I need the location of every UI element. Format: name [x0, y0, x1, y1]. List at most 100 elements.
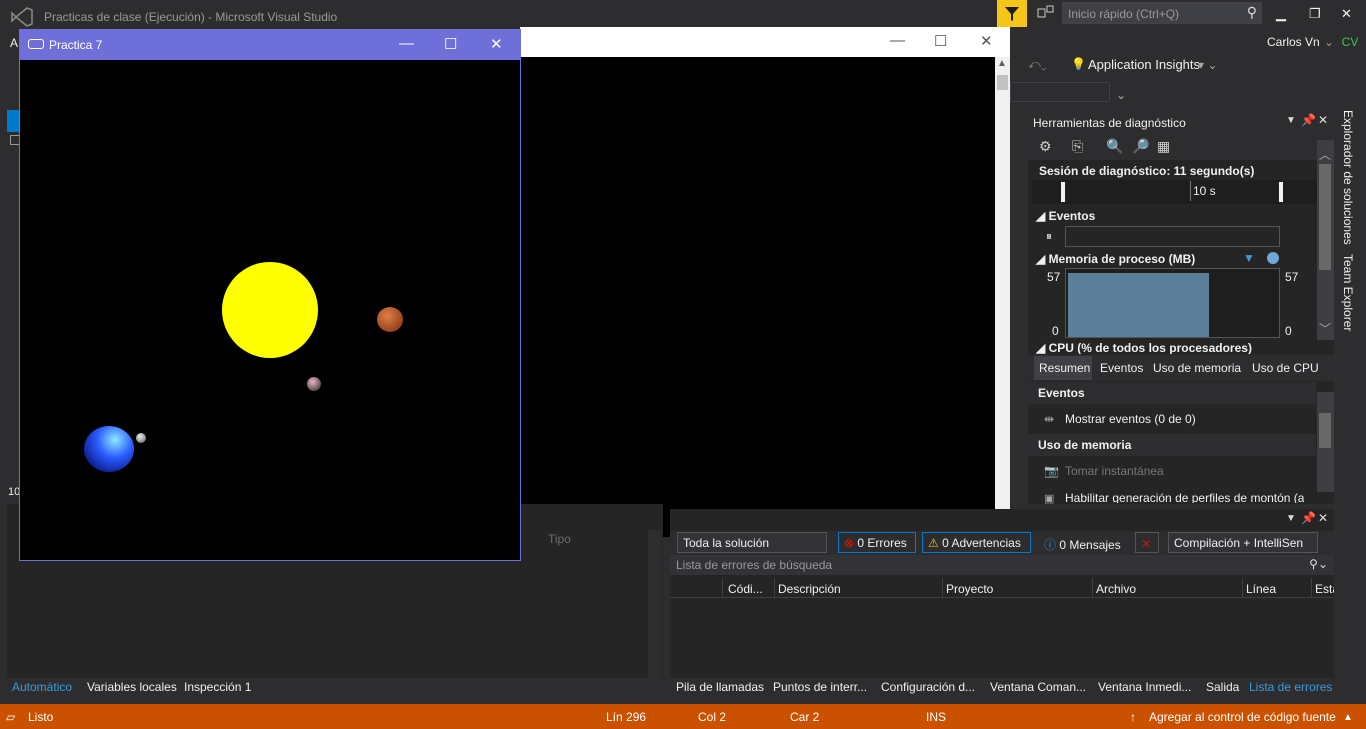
- vs-minimize-button[interactable]: ▁: [1276, 6, 1286, 22]
- tab-lista-errores[interactable]: Lista de errores: [1249, 680, 1332, 700]
- error-search-input[interactable]: Lista de errores de búsqueda ⚲⌄: [670, 555, 1334, 575]
- tab-puntos-interrupcion[interactable]: Puntos de interr...: [773, 680, 867, 700]
- panel-menu-icon[interactable]: ▼: [1286, 115, 1296, 126]
- build-filter-dropdown[interactable]: Compilación + IntelliSen: [1168, 532, 1318, 553]
- application-insights-button[interactable]: Application Insights: [1088, 57, 1200, 72]
- console-maximize-button[interactable]: ☐: [934, 32, 947, 50]
- column-state[interactable]: Esta: [1315, 582, 1334, 596]
- console-title-bar[interactable]: — ☐ ✕: [520, 27, 1010, 57]
- tab-uso-memoria[interactable]: Uso de memoria: [1153, 361, 1241, 375]
- chevron-down-icon[interactable]: ﹀: [1319, 320, 1331, 337]
- gear-icon[interactable]: ⚙: [1039, 138, 1052, 155]
- gl-minimize-button[interactable]: —: [399, 35, 414, 52]
- avatar[interactable]: CV: [1339, 33, 1361, 51]
- errors-filter-button[interactable]: ⊗ 0 Errores: [838, 532, 916, 553]
- warnings-filter-button[interactable]: ⚠ 0 Advertencias: [922, 532, 1031, 553]
- pin-icon[interactable]: 📌: [1301, 511, 1316, 525]
- tab-inspeccion[interactable]: Inspección 1: [184, 680, 251, 700]
- reset-zoom-icon[interactable]: ▦: [1157, 138, 1170, 155]
- vs-restore-button[interactable]: ❐: [1309, 6, 1321, 22]
- console-minimize-button[interactable]: —: [890, 32, 905, 49]
- diagnostic-timeline[interactable]: [1032, 180, 1317, 204]
- chevron-down-icon[interactable]: ⌄: [1324, 35, 1334, 49]
- console-close-button[interactable]: ✕: [980, 32, 993, 50]
- planet-earth: [84, 426, 134, 472]
- scope-dropdown[interactable]: Toda la solución: [677, 532, 827, 553]
- pin-icon[interactable]: 📌: [1301, 113, 1316, 127]
- config-dropdown[interactable]: [1010, 82, 1110, 102]
- chevron-down-icon[interactable]: ▾ ⌄: [1198, 58, 1217, 72]
- column-separator: [1311, 578, 1312, 598]
- clear-filter-button[interactable]: ⨯: [1135, 532, 1159, 553]
- tab-salida[interactable]: Salida: [1206, 680, 1239, 700]
- left-menu-letter: A: [10, 36, 19, 50]
- build-filter-value: Compilación + IntelliSen: [1174, 536, 1304, 550]
- diagnostic-session: Sesión de diagnóstico: 11 segundo(s): [1039, 164, 1255, 178]
- diagnostic-toolbar: ⚙ ⎘ 🔍 🔎 ▦: [1028, 134, 1334, 160]
- column-code[interactable]: Códi...: [728, 582, 763, 596]
- timeline-label: 10 s: [1193, 184, 1216, 198]
- toolbar-overflow-icon[interactable]: ⤺⌄: [1028, 57, 1047, 72]
- timeline-start-handle[interactable]: [1061, 182, 1065, 202]
- quick-launch-placeholder: Inicio rápido (Ctrl+Q): [1068, 7, 1180, 21]
- upload-icon[interactable]: ↑: [1130, 710, 1136, 724]
- warnings-count: 0 Advertencias: [942, 536, 1021, 550]
- snapshot-marker-icon: ▼: [1243, 251, 1255, 265]
- column-file[interactable]: Archivo: [1096, 582, 1136, 596]
- tab-resumen[interactable]: Resumen: [1039, 361, 1090, 375]
- tab-uso-cpu[interactable]: Uso de CPU: [1252, 361, 1319, 375]
- feedback-filter-button[interactable]: [997, 0, 1027, 27]
- tab-automatico[interactable]: Automático: [12, 680, 72, 700]
- scroll-up-icon[interactable]: ▲: [997, 58, 1007, 69]
- column-separator: [942, 578, 943, 598]
- user-name[interactable]: Carlos Vn: [1267, 35, 1320, 49]
- console-window[interactable]: [520, 27, 1010, 537]
- tab-eventos[interactable]: Eventos: [1100, 361, 1143, 375]
- chevron-up-icon[interactable]: ︿: [1319, 146, 1331, 163]
- vs-close-button[interactable]: ✕: [1341, 6, 1352, 22]
- pause-icon[interactable]: ⏸: [1046, 229, 1052, 244]
- chevron-up-icon[interactable]: ▲: [1343, 712, 1353, 723]
- zoom-out-icon[interactable]: 🔎: [1132, 138, 1149, 155]
- connect-icon[interactable]: [1037, 5, 1055, 21]
- window-title: Practicas de clase (Ejecución) - Microso…: [44, 10, 338, 24]
- search-icon[interactable]: ⚲: [1247, 4, 1257, 21]
- panel-menu-icon[interactable]: ▼: [1286, 513, 1296, 524]
- diag-bottom-scroll-thumb[interactable]: [1319, 413, 1331, 448]
- chevron-down-icon[interactable]: ⌄: [1116, 88, 1126, 102]
- diag-top-scroll-thumb[interactable]: [1319, 164, 1331, 270]
- zoom-in-icon[interactable]: 🔍: [1106, 138, 1123, 155]
- tab-variables-locales[interactable]: Variables locales: [87, 680, 177, 700]
- team-explorer-tab[interactable]: Team Explorer: [1341, 254, 1355, 331]
- tab-ventana-inmediato[interactable]: Ventana Inmedi...: [1098, 680, 1191, 700]
- close-icon[interactable]: ✕: [1318, 113, 1328, 127]
- autos-scrollbar[interactable]: [648, 530, 662, 678]
- source-control-button[interactable]: Agregar al control de código fuente: [1149, 710, 1336, 724]
- quick-launch-input[interactable]: Inicio rápido (Ctrl+Q) ⚲: [1062, 2, 1262, 24]
- tab-ventana-comandos[interactable]: Ventana Coman...: [990, 680, 1086, 700]
- sun: [222, 262, 318, 358]
- column-separator: [1092, 578, 1093, 598]
- console-scrollbar[interactable]: [995, 57, 1010, 537]
- planet-mars: [377, 307, 403, 332]
- column-line[interactable]: Línea: [1246, 582, 1276, 596]
- messages-filter-button[interactable]: ⓘ 0 Mensajes: [1038, 532, 1128, 553]
- console-scroll-thumb[interactable]: [997, 75, 1008, 90]
- show-events-link[interactable]: Mostrar eventos (0 de 0): [1065, 412, 1196, 426]
- editor-edge: [1010, 112, 1028, 512]
- tab-pila-llamadas[interactable]: Pila de llamadas: [676, 680, 764, 700]
- timeline-end-handle[interactable]: [1279, 182, 1283, 202]
- opengl-window-title: Practica 7: [49, 38, 103, 52]
- close-icon[interactable]: ✕: [1318, 511, 1328, 525]
- export-icon[interactable]: ⎘: [1072, 138, 1083, 155]
- tab-configuracion[interactable]: Configuración d...: [881, 680, 975, 700]
- gl-close-button[interactable]: ✕: [490, 35, 503, 53]
- solution-explorer-tab[interactable]: Explorador de soluciones: [1341, 110, 1355, 245]
- heap-profiling-checkbox[interactable]: Habilitar generación de perfiles de mont…: [1065, 491, 1304, 503]
- status-char: Car 2: [790, 710, 820, 724]
- column-description[interactable]: Descripción: [778, 582, 841, 596]
- search-icon[interactable]: ⚲⌄: [1309, 557, 1328, 571]
- column-project[interactable]: Proyecto: [946, 582, 993, 596]
- take-snapshot-button[interactable]: Tomar instantánea: [1065, 464, 1164, 478]
- gl-maximize-button[interactable]: ☐: [444, 35, 457, 53]
